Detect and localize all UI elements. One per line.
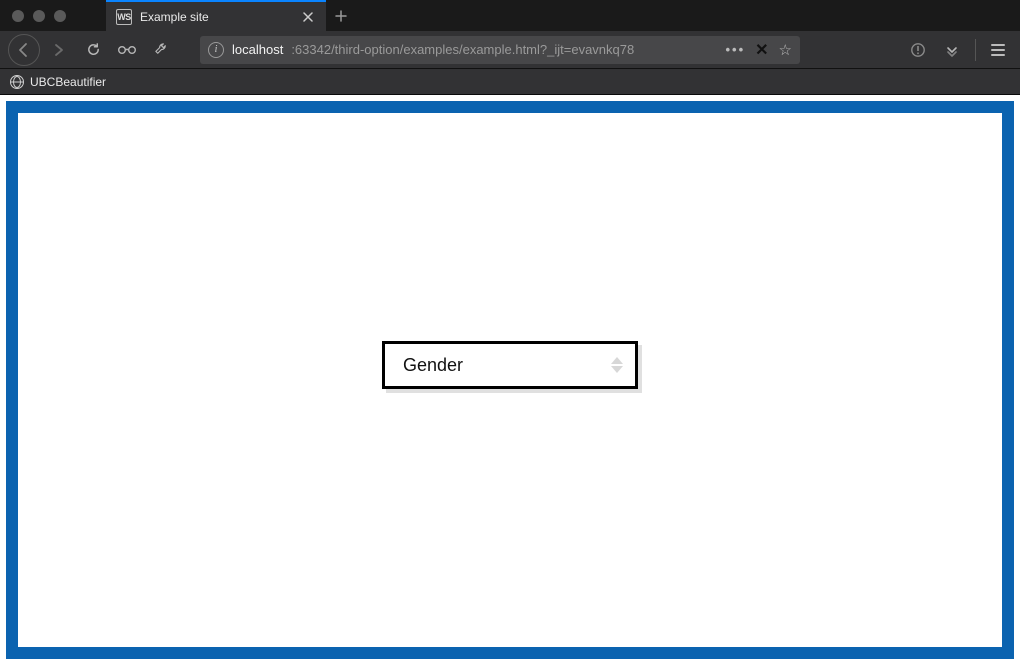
tab-favicon: WS	[116, 9, 132, 25]
window-controls	[0, 0, 106, 31]
new-tab-button[interactable]	[326, 0, 356, 31]
overflow-button[interactable]	[937, 36, 967, 64]
back-button[interactable]	[8, 34, 40, 66]
chevron-up-icon	[611, 357, 623, 364]
site-info-icon[interactable]: i	[208, 42, 224, 58]
toolbar-separator	[975, 39, 976, 61]
address-bar[interactable]: i localhost :63342/third-option/examples/…	[200, 36, 800, 64]
url-host: localhost	[232, 42, 283, 57]
reader-mode-button[interactable]	[112, 36, 142, 64]
select-stepper-icon	[611, 357, 623, 373]
window-close-button[interactable]	[12, 10, 24, 22]
toolbar-right	[903, 36, 1012, 64]
tab-close-button[interactable]	[300, 9, 316, 25]
alert-icon[interactable]	[903, 36, 933, 64]
reload-button[interactable]	[78, 36, 108, 64]
forward-button[interactable]	[44, 36, 74, 64]
gender-select[interactable]: Gender	[382, 341, 638, 389]
browser-viewport: Gender	[0, 95, 1020, 665]
hamburger-menu-button[interactable]	[984, 36, 1012, 64]
browser-toolbar: i localhost :63342/third-option/examples/…	[0, 31, 1020, 69]
globe-icon	[10, 75, 24, 89]
bookmarks-bar: UBCBeautifier	[0, 69, 1020, 95]
tab-strip: WS Example site	[0, 0, 1020, 31]
urlbar-actions: ••• ✕ ☆	[719, 40, 792, 60]
bookmark-item[interactable]: UBCBeautifier	[30, 75, 106, 89]
select-value: Gender	[403, 355, 463, 376]
window-zoom-button[interactable]	[54, 10, 66, 22]
browser-tab[interactable]: WS Example site	[106, 0, 326, 31]
page-actions-button[interactable]: •••	[725, 42, 745, 57]
stop-button[interactable]: ✕	[755, 40, 768, 60]
bookmark-star-button[interactable]: ☆	[779, 41, 792, 59]
url-path: :63342/third-option/examples/example.htm…	[291, 42, 711, 57]
chevron-down-icon	[611, 366, 623, 373]
page-content: Gender	[6, 101, 1014, 659]
dev-tools-button[interactable]	[146, 36, 176, 64]
gender-select-wrapper: Gender	[382, 341, 638, 389]
window-minimize-button[interactable]	[33, 10, 45, 22]
tab-title: Example site	[140, 10, 292, 24]
